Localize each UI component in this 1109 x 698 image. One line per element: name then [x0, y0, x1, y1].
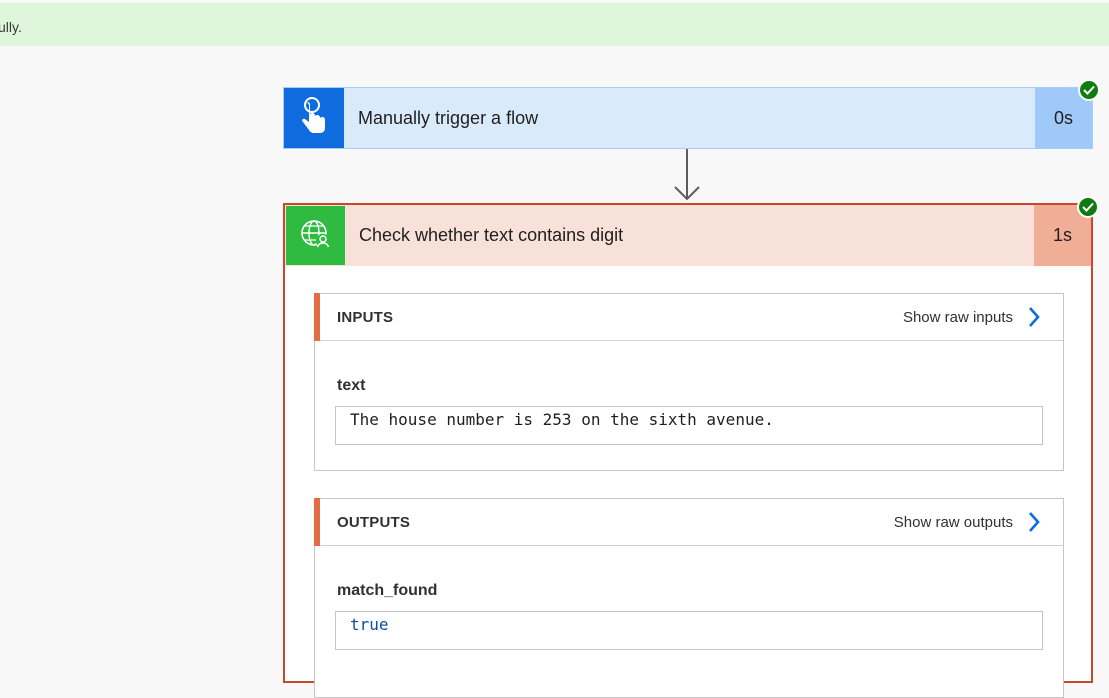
inputs-accent-bar	[314, 293, 320, 341]
trigger-success-check-icon	[1078, 79, 1100, 101]
action-header[interactable]: Check whether text contains digit 1s	[285, 205, 1091, 266]
trigger-title: Manually trigger a flow	[358, 108, 539, 128]
input-field-value: The house number is 253 on the sixth ave…	[350, 410, 774, 429]
show-raw-outputs-link[interactable]: Show raw outputs	[894, 514, 1013, 531]
action-icon-box	[286, 206, 345, 265]
output-field-name: match_found	[337, 582, 438, 599]
action-success-check-icon	[1077, 196, 1099, 218]
outputs-header: OUTPUTS Show raw outputs	[314, 498, 1063, 546]
chevron-right-icon[interactable]	[1027, 511, 1041, 533]
globe-user-icon	[301, 220, 330, 248]
show-raw-inputs-link[interactable]: Show raw inputs	[903, 309, 1013, 326]
success-banner: ully.	[0, 3, 1109, 46]
trigger-card[interactable]: Manually trigger a flow 0s	[283, 87, 1093, 149]
inputs-section: INPUTS Show raw inputs text The house nu…	[314, 293, 1064, 471]
chevron-right-icon[interactable]	[1027, 306, 1041, 328]
outputs-section: OUTPUTS Show raw outputs match_found tru…	[314, 498, 1064, 698]
action-title: Check whether text contains digit	[359, 225, 624, 245]
action-card[interactable]: Check whether text contains digit 1s INP…	[283, 203, 1093, 698]
trigger-icon-box	[284, 88, 344, 148]
input-field-value-box: The house number is 253 on the sixth ave…	[335, 406, 1043, 445]
outputs-label: OUTPUTS	[337, 514, 411, 531]
touch-hand-icon	[302, 97, 325, 133]
outputs-accent-bar	[314, 498, 320, 546]
inputs-header: INPUTS Show raw inputs	[314, 293, 1063, 341]
banner-text: ully.	[0, 19, 22, 35]
input-field-name: text	[337, 377, 366, 394]
connector-arrow-icon	[674, 149, 700, 201]
inputs-label: INPUTS	[337, 309, 394, 326]
output-field-value-box: true	[335, 611, 1043, 650]
output-field-value: true	[350, 615, 389, 634]
